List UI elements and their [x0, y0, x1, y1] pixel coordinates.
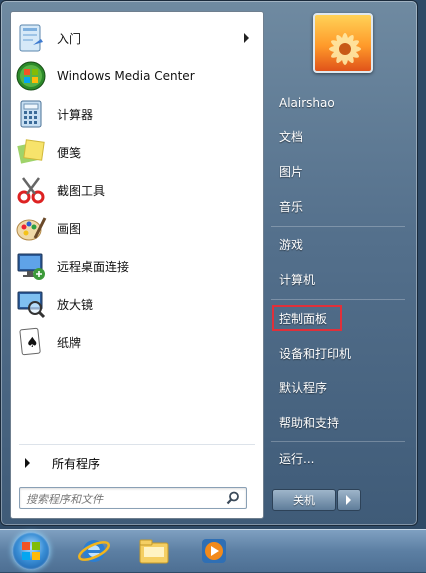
right-item-label: Alairshao [279, 96, 335, 110]
right-item-music[interactable]: 音乐 [267, 192, 407, 220]
expand-arrow-icon [25, 458, 30, 468]
right-item-label: 设备和打印机 [279, 346, 352, 361]
calculator-icon [15, 98, 47, 130]
right-item-games[interactable]: 游戏 [267, 230, 407, 258]
media-player-icon[interactable] [196, 533, 232, 569]
right-item-run[interactable]: 运行... [267, 444, 407, 472]
menu-item-magnifier[interactable]: 放大镜 [15, 286, 259, 322]
right-item-label: 默认程序 [279, 380, 328, 395]
taskbar [0, 529, 426, 572]
sticky-notes-icon [15, 136, 47, 168]
right-item-label: 帮助和支持 [279, 415, 340, 430]
menu-item-paint[interactable]: 画图 [15, 210, 259, 246]
shutdown-button[interactable]: 关机 [272, 489, 336, 511]
menu-item-label: 计算器 [57, 107, 94, 122]
right-item-help-support[interactable]: 帮助和支持 [267, 408, 407, 436]
user-name-link[interactable]: Alairshao [267, 89, 407, 117]
start-orb-icon[interactable] [12, 532, 50, 570]
divider [271, 299, 405, 300]
windows-explorer-icon[interactable] [136, 533, 172, 569]
menu-item-label: 远程桌面连接 [57, 259, 130, 274]
right-item-label: 文档 [279, 129, 304, 144]
divider [19, 444, 255, 445]
right-item-label: 游戏 [279, 237, 304, 252]
paint-icon [15, 212, 47, 244]
start-menu: 入门 Windows Media Center 计算器 便笺 截图工具 画图 远… [0, 0, 418, 526]
divider [271, 441, 405, 442]
snipping-tool-icon [15, 174, 47, 206]
right-item-default-programs[interactable]: 默认程序 [267, 373, 407, 401]
search-icon[interactable] [226, 491, 240, 505]
highlight-box [272, 305, 342, 331]
getting-started-icon [15, 22, 47, 54]
right-item-computer[interactable]: 计算机 [267, 265, 407, 293]
divider [271, 226, 405, 227]
shutdown-label: 关机 [293, 494, 315, 507]
all-programs-label: 所有程序 [52, 456, 101, 471]
remote-desktop-icon [15, 250, 47, 282]
menu-item-getting-started[interactable]: 入门 [15, 20, 259, 56]
all-programs-button[interactable]: 所有程序 [19, 452, 255, 474]
search-input[interactable] [24, 490, 218, 508]
menu-item-sticky-notes[interactable]: 便笺 [15, 134, 259, 170]
menu-item-solitaire[interactable]: ♠ 纸牌 [15, 324, 259, 360]
menu-item-label: 画图 [57, 221, 82, 236]
programs-pane: 入门 Windows Media Center 计算器 便笺 截图工具 画图 远… [10, 11, 264, 519]
right-item-pictures[interactable]: 图片 [267, 157, 407, 185]
svg-text:♠: ♠ [26, 335, 39, 351]
search-box[interactable] [19, 487, 247, 509]
menu-item-label: 纸牌 [57, 335, 82, 350]
magnifier-icon [15, 288, 47, 320]
right-item-devices-printers[interactable]: 设备和打印机 [267, 339, 407, 367]
windows-media-center-icon [15, 60, 47, 92]
shutdown-options-button[interactable] [337, 489, 361, 511]
menu-item-label: 便笺 [57, 145, 82, 160]
menu-item-label: 入门 [57, 31, 82, 46]
right-item-label: 运行... [279, 451, 315, 466]
menu-item-label: 截图工具 [57, 183, 106, 198]
internet-explorer-icon[interactable] [76, 533, 112, 569]
solitaire-icon: ♠ [15, 326, 47, 358]
menu-item-remote-desktop[interactable]: 远程桌面连接 [15, 248, 259, 284]
menu-item-windows-media-center[interactable]: Windows Media Center [15, 58, 259, 94]
menu-item-label: Windows Media Center [57, 69, 195, 83]
right-item-documents[interactable]: 文档 [267, 122, 407, 150]
submenu-arrow-icon [244, 33, 249, 43]
menu-item-calculator[interactable]: 计算器 [15, 96, 259, 132]
user-picture[interactable] [313, 13, 373, 73]
menu-item-label: 放大镜 [57, 297, 94, 312]
right-item-label: 音乐 [279, 199, 304, 214]
right-item-label: 图片 [279, 164, 304, 179]
right-item-label: 计算机 [279, 272, 316, 287]
menu-item-snipping-tool[interactable]: 截图工具 [15, 172, 259, 208]
